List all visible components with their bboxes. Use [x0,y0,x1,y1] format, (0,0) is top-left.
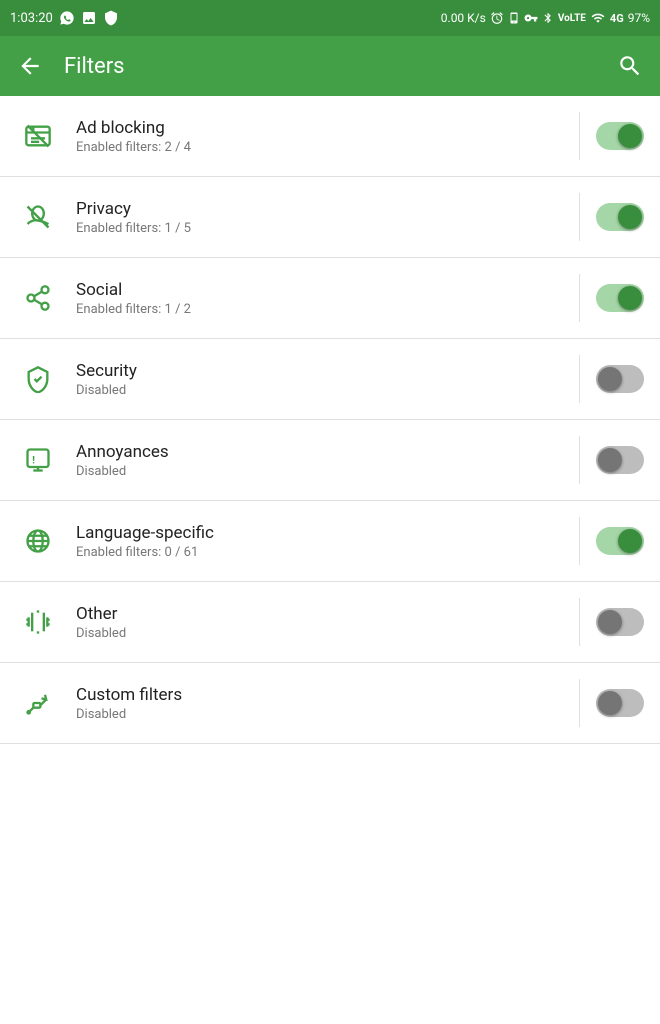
other-icon [16,600,60,644]
toggle-knob-annoyances [598,448,622,472]
filter-subtitle-social: Enabled filters: 1 / 2 [76,302,563,317]
filter-item-privacy[interactable]: Privacy Enabled filters: 1 / 5 [0,177,660,258]
whatsapp-icon [59,10,75,26]
back-button[interactable] [16,52,44,80]
filter-text-custom: Custom filters Disabled [76,685,563,722]
filter-subtitle-privacy: Enabled filters: 1 / 5 [76,221,563,236]
volte-label: VoLTE [558,13,586,24]
custom-filters-icon [16,681,60,725]
toggle-knob-other [598,610,622,634]
status-time: 1:03:20 [10,11,53,26]
toggle-language[interactable] [596,527,644,555]
toggle-knob-social [618,286,642,310]
divider-social [579,274,580,322]
toggle-other[interactable] [596,608,644,636]
filter-name-ad-blocking: Ad blocking [76,118,563,138]
phone-icon [508,11,520,25]
filter-subtitle-security: Disabled [76,383,563,398]
filter-subtitle-annoyances: Disabled [76,464,563,479]
filter-item-language[interactable]: Language-specific Enabled filters: 0 / 6… [0,501,660,582]
toggle-social[interactable] [596,284,644,312]
divider-security [579,355,580,403]
toggle-knob-privacy [618,205,642,229]
filter-item-ad-blocking[interactable]: Ad blocking Enabled filters: 2 / 4 [0,96,660,177]
status-bar: 1:03:20 0.00 K/s VoLTE 4G 97% [0,0,660,36]
status-right: 0.00 K/s VoLTE 4G 97% [441,11,650,25]
toggle-knob-ad-blocking [618,124,642,148]
filter-subtitle-other: Disabled [76,626,563,641]
toggle-security[interactable] [596,365,644,393]
svg-text:!: ! [32,454,35,467]
shield-status-icon [103,10,119,26]
filter-item-social[interactable]: Social Enabled filters: 1 / 2 [0,258,660,339]
app-bar: Filters [0,36,660,96]
privacy-icon [16,195,60,239]
page-title: Filters [64,54,616,79]
filter-text-language: Language-specific Enabled filters: 0 / 6… [76,523,563,560]
divider-privacy [579,193,580,241]
filter-name-security: Security [76,361,563,381]
signal-icon [590,11,606,25]
filter-text-other: Other Disabled [76,604,563,641]
gallery-icon [81,10,97,26]
toggle-knob-custom [598,691,622,715]
filter-item-other[interactable]: Other Disabled [0,582,660,663]
divider-annoyances [579,436,580,484]
filter-subtitle-ad-blocking: Enabled filters: 2 / 4 [76,140,563,155]
key-icon [524,11,538,25]
filter-item-annoyances[interactable]: ! Annoyances Disabled [0,420,660,501]
toggle-custom[interactable] [596,689,644,717]
bluetooth-icon [542,11,554,25]
divider-other [579,598,580,646]
filter-text-annoyances: Annoyances Disabled [76,442,563,479]
filter-text-security: Security Disabled [76,361,563,398]
filter-name-other: Other [76,604,563,624]
network-speed: 0.00 K/s [441,11,486,25]
divider-ad-blocking [579,112,580,160]
toggle-annoyances[interactable] [596,446,644,474]
divider-custom [579,679,580,727]
filter-item-security[interactable]: Security Disabled [0,339,660,420]
filter-name-privacy: Privacy [76,199,563,219]
toggle-knob-language [618,529,642,553]
filter-name-language: Language-specific [76,523,563,543]
alarm-icon [490,11,504,25]
filter-text-ad-blocking: Ad blocking Enabled filters: 2 / 4 [76,118,563,155]
filter-name-social: Social [76,280,563,300]
network-type: 4G [610,12,624,25]
filter-item-custom[interactable]: Custom filters Disabled [0,663,660,744]
toggle-knob-security [598,367,622,391]
toggle-privacy[interactable] [596,203,644,231]
filter-text-social: Social Enabled filters: 1 / 2 [76,280,563,317]
filter-subtitle-custom: Disabled [76,707,563,722]
toggle-ad-blocking[interactable] [596,122,644,150]
social-icon [16,276,60,320]
filter-name-annoyances: Annoyances [76,442,563,462]
status-left: 1:03:20 [10,10,119,26]
battery-level: 97% [628,11,650,25]
ad-blocking-icon [16,114,60,158]
annoyances-icon: ! [16,438,60,482]
language-icon [16,519,60,563]
search-button[interactable] [616,52,644,80]
filter-subtitle-language: Enabled filters: 0 / 61 [76,545,563,560]
filter-list: Ad blocking Enabled filters: 2 / 4 Priva… [0,96,660,744]
filter-name-custom: Custom filters [76,685,563,705]
divider-language [579,517,580,565]
filter-text-privacy: Privacy Enabled filters: 1 / 5 [76,199,563,236]
security-icon [16,357,60,401]
